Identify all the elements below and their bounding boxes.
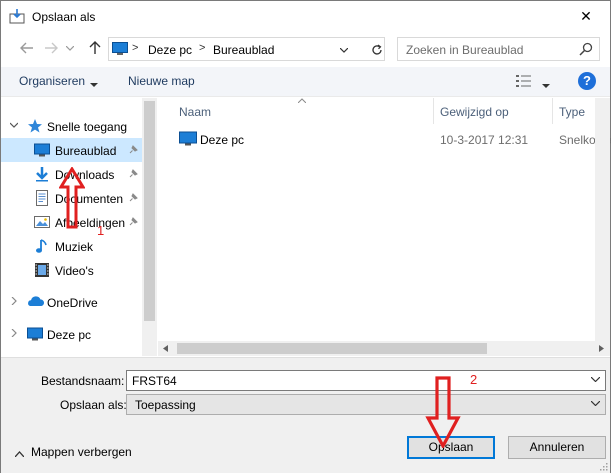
up-arrow-icon (89, 41, 101, 54)
chevron-down-icon (66, 45, 74, 51)
scroll-right-icon[interactable] (599, 345, 604, 352)
file-list: Naam Gewijzigd op Type Deze pc 10-3-2017… (158, 98, 611, 356)
computer-icon (179, 131, 197, 150)
chevron-down-icon[interactable] (591, 377, 600, 382)
file-modified: 10-3-2017 12:31 (440, 133, 529, 147)
column-label: Type (559, 105, 586, 119)
sidebar-item-desktop[interactable]: Bureaublad (1, 138, 142, 162)
column-header-name[interactable]: Naam (158, 98, 434, 124)
hide-folders-label: Mappen verbergen (31, 445, 132, 459)
refresh-icon (371, 44, 382, 55)
forward-arrow-icon (45, 42, 58, 54)
savetype-select[interactable]: Toepassing (126, 394, 606, 415)
computer-icon (27, 326, 43, 342)
chevron-down-icon (340, 47, 348, 53)
back-arrow-icon (20, 42, 33, 54)
list-item[interactable]: Deze pc 10-3-2017 12:31 Snelkoppeling (158, 128, 611, 150)
window-title: Opslaan als (32, 10, 96, 24)
sidebar-item-onedrive[interactable]: OneDrive (1, 290, 142, 314)
sidebar-item-music[interactable]: Muziek (1, 234, 142, 258)
address-dropdown-button[interactable] (336, 42, 352, 58)
downloads-icon (34, 166, 50, 182)
search-placeholder: Zoeken in Bureaublad (406, 43, 524, 57)
scroll-left-icon[interactable] (163, 345, 168, 352)
music-icon (34, 238, 50, 254)
title-bar: Opslaan als ✕ (1, 1, 610, 32)
refresh-button[interactable] (366, 40, 386, 60)
pin-icon (128, 216, 138, 230)
expand-arrow-icon[interactable] (9, 296, 19, 306)
savetype-label: Opslaan als: (60, 398, 127, 412)
cancel-button[interactable]: Annuleren (508, 436, 606, 459)
nav-label: Video's (55, 264, 94, 278)
documents-icon (34, 190, 50, 206)
save-as-dialog: Opslaan als ✕ > Deze pc > Bureaublad Zoe… (0, 0, 611, 473)
scrollbar-thumb[interactable] (144, 101, 155, 321)
chevron-down-icon[interactable] (542, 78, 550, 92)
search-icon (579, 42, 593, 59)
chevron-down-icon (90, 77, 98, 91)
command-bar: Organiseren Nieuwe map ? (1, 67, 610, 97)
nav-quick-access[interactable]: Snelle toegang (1, 114, 142, 138)
pin-icon (128, 192, 138, 206)
nav-label: Deze pc (47, 328, 92, 342)
annotation-arrow-down (425, 376, 461, 448)
filename-field[interactable]: FRST64 (126, 370, 606, 391)
file-name: Deze pc (200, 133, 245, 147)
column-label: Gewijzigd op (440, 105, 509, 119)
breadcrumb-separator: > (199, 42, 206, 54)
up-button[interactable] (85, 38, 105, 58)
organize-button[interactable]: Organiseren (19, 74, 85, 88)
onedrive-icon (27, 294, 45, 310)
sidebar-item-thispc[interactable]: Deze pc (1, 322, 142, 346)
save-form: Bestandsnaam: FRST64 Opslaan als: Toepas… (1, 357, 610, 473)
computer-icon (112, 42, 128, 59)
file-list-scrollbar[interactable] (595, 98, 610, 341)
scrollbar-thumb[interactable] (177, 343, 487, 354)
column-header-modified[interactable]: Gewijzigd op (434, 98, 553, 124)
annotation-arrow-up (59, 167, 85, 229)
sidebar-item-videos[interactable]: Video's (1, 258, 142, 282)
pin-icon (128, 144, 138, 158)
back-button[interactable] (17, 38, 37, 58)
breadcrumb-desktop[interactable]: Bureaublad (213, 43, 274, 57)
breadcrumb-thispc[interactable]: Deze pc (148, 43, 192, 57)
sort-up-icon (298, 98, 306, 103)
desktop-icon (34, 142, 50, 158)
chevron-down-icon (591, 401, 600, 406)
star-icon (27, 118, 43, 134)
hide-folders-toggle[interactable]: Mappen verbergen (14, 445, 132, 460)
horizontal-scrollbar[interactable] (158, 341, 610, 356)
search-input[interactable]: Zoeken in Bureaublad (397, 37, 600, 61)
videos-icon (34, 262, 50, 278)
expand-arrow-icon[interactable] (9, 120, 19, 130)
save-dialog-icon (9, 8, 25, 24)
navigation-bar: > Deze pc > Bureaublad Zoeken in Bureaub… (1, 34, 610, 64)
nav-label: Muziek (55, 240, 94, 254)
nav-label: Bureaublad (55, 144, 117, 158)
new-folder-button[interactable]: Nieuwe map (128, 74, 195, 88)
nav-label: Snelle toegang (47, 120, 128, 134)
breadcrumb-separator: > (132, 42, 139, 54)
filename-value: FRST64 (132, 374, 177, 388)
navpane-scrollbar[interactable] (142, 98, 157, 356)
annotation-step-1: 1 (97, 223, 105, 238)
expand-arrow-icon[interactable] (9, 328, 19, 338)
help-button[interactable]: ? (578, 72, 596, 90)
annotation-step-2: 2 (470, 372, 478, 387)
collapse-arrow-icon (14, 451, 25, 458)
pin-icon (128, 168, 138, 182)
nav-label: OneDrive (47, 296, 98, 310)
resize-grip-icon[interactable] (598, 461, 608, 471)
view-options-icon[interactable] (515, 73, 533, 92)
close-button[interactable]: ✕ (566, 1, 606, 31)
filename-label: Bestandsnaam: (41, 374, 125, 388)
column-label: Naam (179, 105, 212, 119)
pictures-icon (34, 214, 50, 230)
savetype-value: Toepassing (135, 398, 196, 412)
close-icon: ✕ (580, 7, 592, 24)
recent-locations-button[interactable] (63, 38, 77, 58)
address-bar[interactable]: > Deze pc > Bureaublad (108, 37, 385, 61)
forward-button[interactable] (41, 38, 61, 58)
